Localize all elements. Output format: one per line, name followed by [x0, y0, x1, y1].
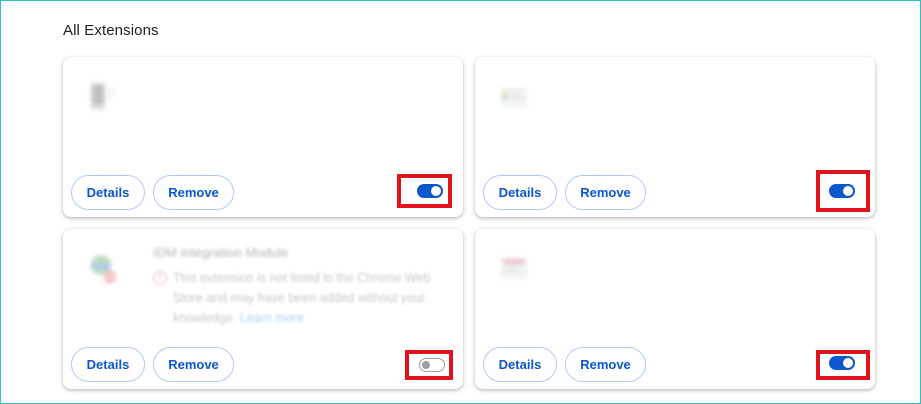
- extension-card: Details Remove: [475, 229, 875, 389]
- remove-button[interactable]: Remove: [565, 347, 646, 382]
- extension-name: IDM Integration Module: [153, 245, 289, 260]
- details-button[interactable]: Details: [483, 347, 557, 382]
- learn-more-link[interactable]: Learn more: [240, 311, 304, 325]
- enable-toggle[interactable]: [419, 358, 445, 372]
- warning-icon: !: [153, 271, 167, 285]
- extension-warning: ! This extension is not listed in the Ch…: [153, 268, 443, 328]
- warning-text-wrap: This extension is not listed in the Chro…: [173, 268, 443, 328]
- remove-button[interactable]: Remove: [153, 347, 234, 382]
- extension-icon: [501, 87, 527, 107]
- toggle-knob: [422, 360, 430, 369]
- details-button[interactable]: Details: [71, 347, 145, 382]
- extension-icon: [501, 257, 527, 279]
- details-button[interactable]: Details: [71, 175, 145, 210]
- section-title: All Extensions: [63, 22, 159, 39]
- toggle-knob: [843, 358, 853, 368]
- extension-card: IDM Integration Module ! This extension …: [63, 229, 463, 389]
- remove-button[interactable]: Remove: [565, 175, 646, 210]
- toggle-knob: [431, 186, 441, 196]
- enable-toggle[interactable]: [829, 184, 855, 198]
- extension-info: IDM Integration Module ! This extension …: [153, 245, 443, 328]
- remove-button[interactable]: Remove: [153, 175, 234, 210]
- details-button[interactable]: Details: [483, 175, 557, 210]
- enable-toggle[interactable]: [417, 184, 443, 198]
- idm-icon: [91, 255, 116, 283]
- enable-toggle[interactable]: [829, 356, 855, 370]
- extension-icon: [91, 83, 115, 109]
- extension-card: Details Remove: [475, 57, 875, 217]
- toggle-knob: [843, 186, 853, 196]
- extension-info: [565, 245, 855, 255]
- extension-info: [565, 73, 855, 83]
- extension-info: [153, 73, 443, 83]
- extension-card: Details Remove: [63, 57, 463, 217]
